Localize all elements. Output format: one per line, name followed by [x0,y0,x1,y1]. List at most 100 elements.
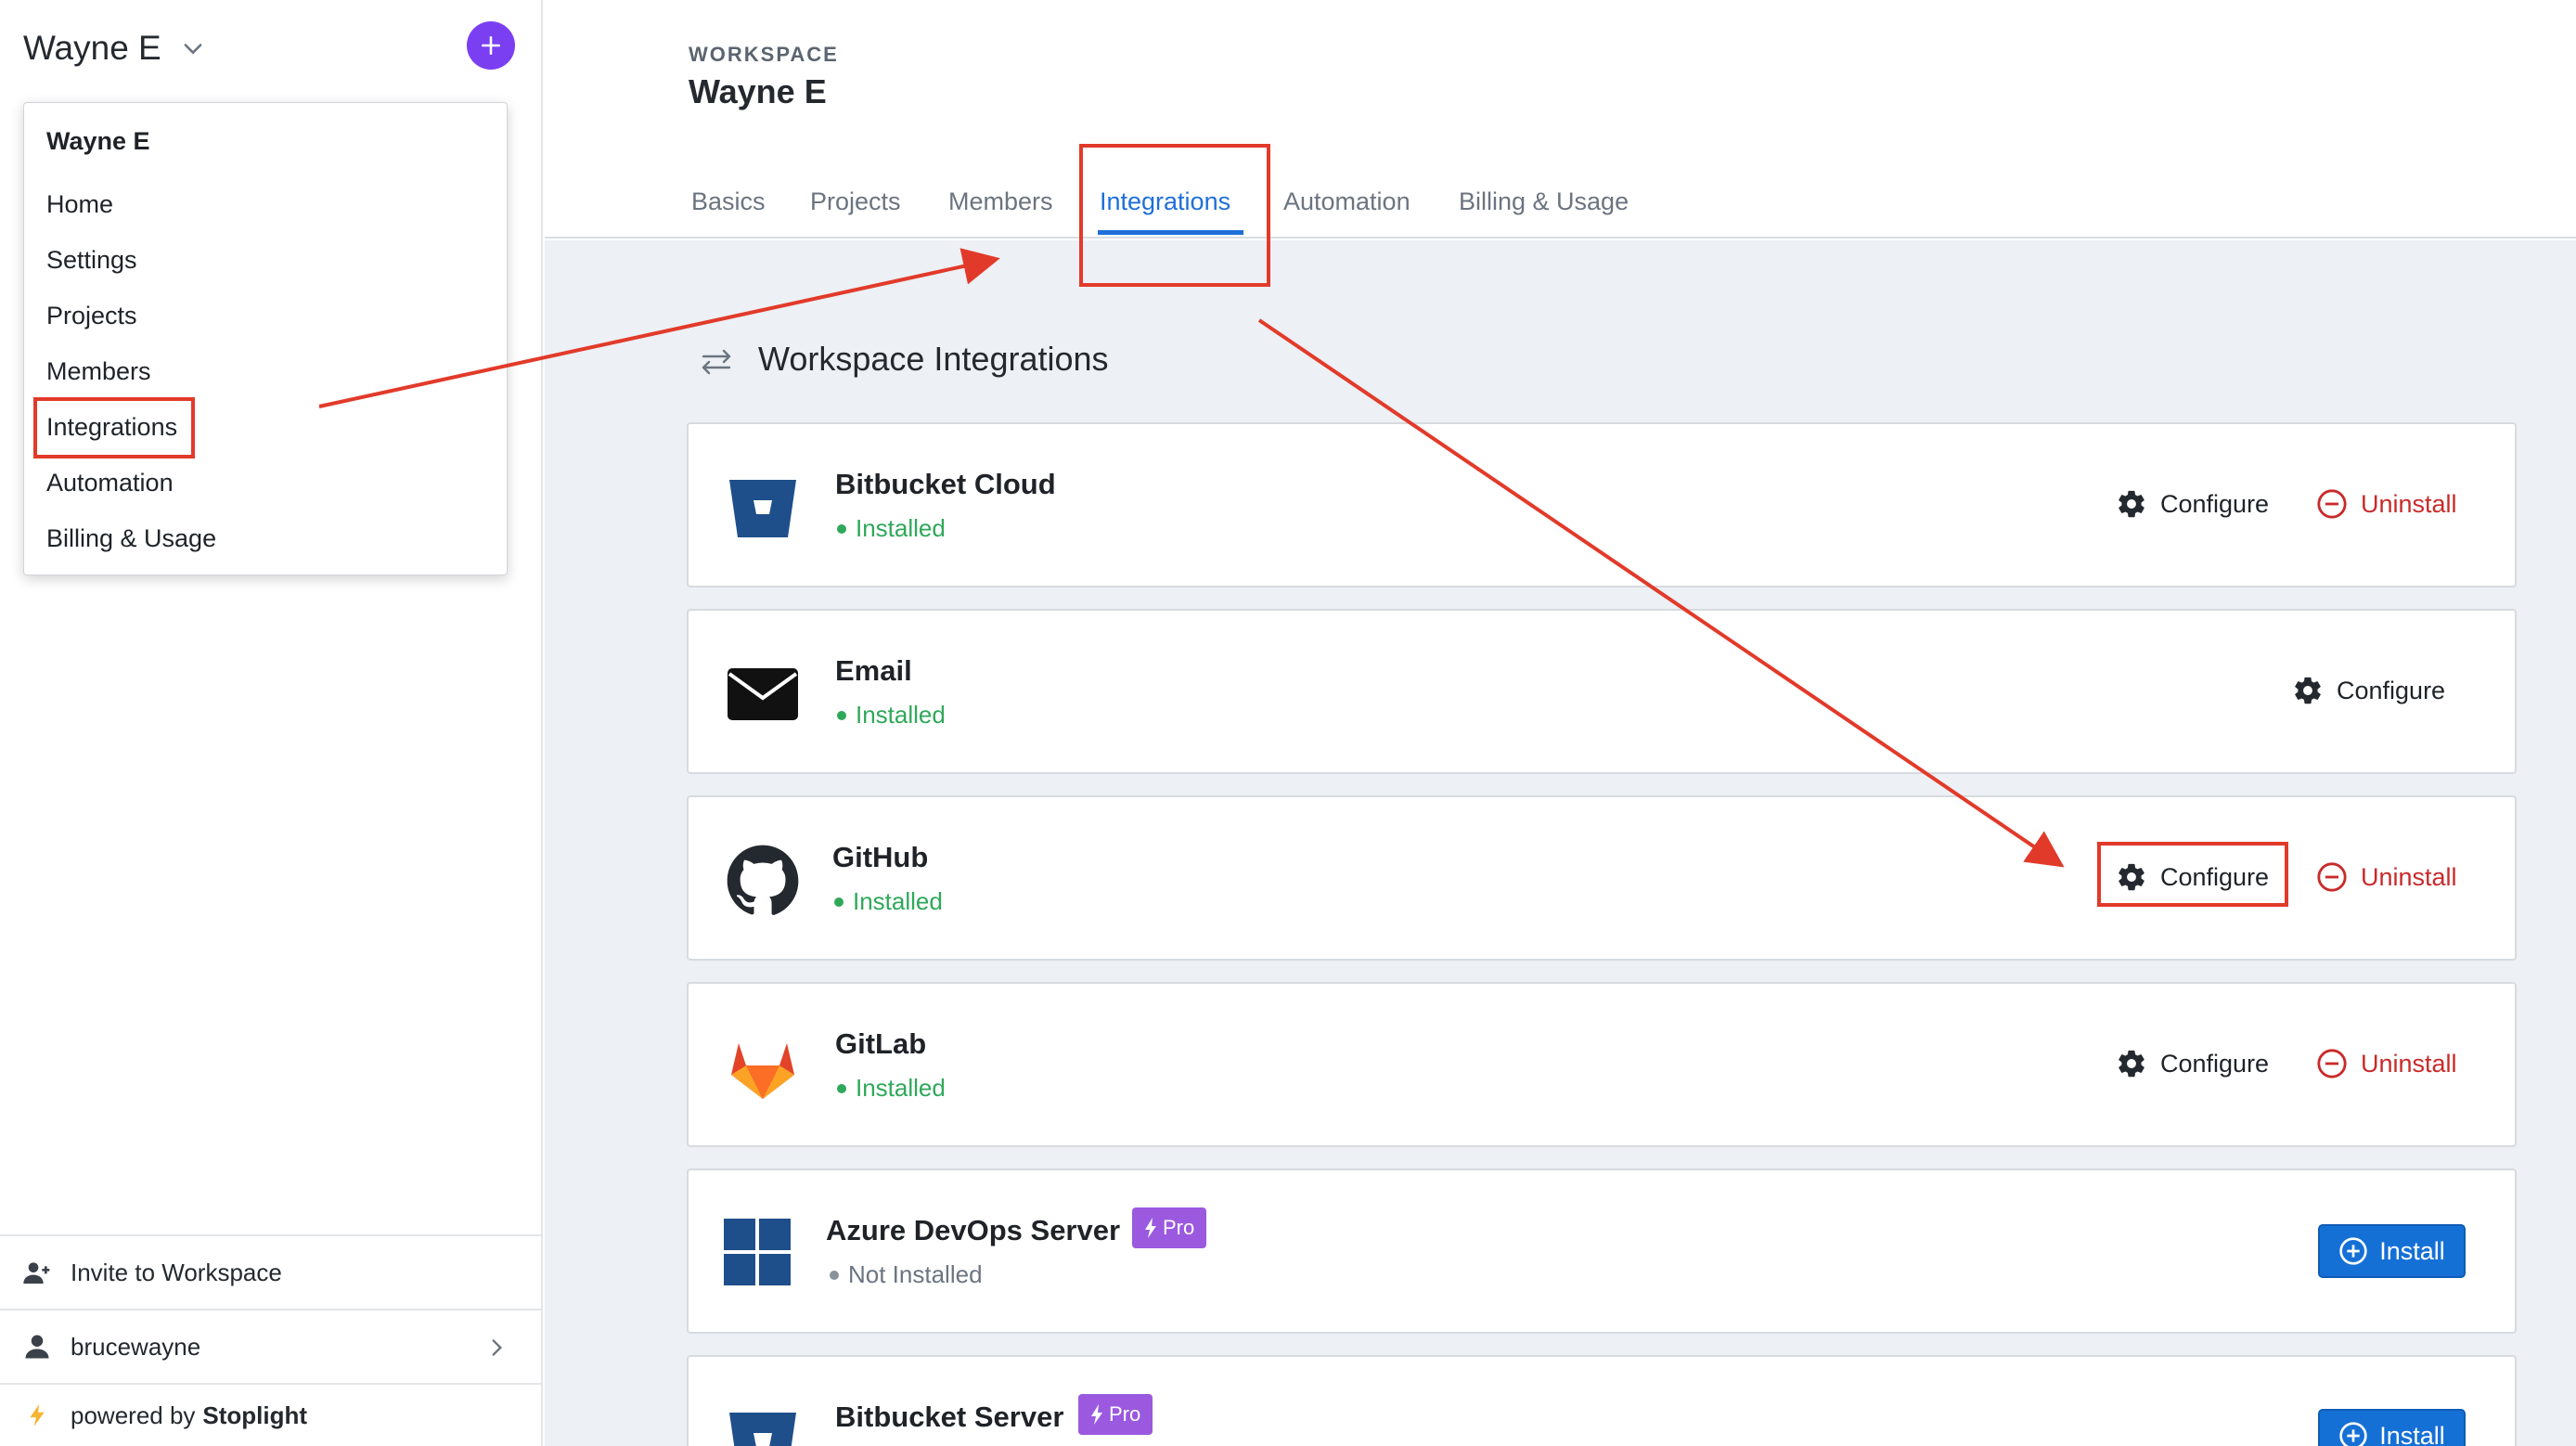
menu-item-settings[interactable]: Settings [46,246,137,275]
configure-label: Configure [2337,676,2446,704]
integration-card-gitlab: GitLab Installed Configure Uninstall [687,982,2517,1147]
install-label: Install [2379,1236,2445,1265]
install-label: Install [2379,1421,2445,1446]
integration-card-azure-devops: Azure DevOps Server Pro Not Installed In… [687,1168,2517,1334]
menu-item-members[interactable]: Members [46,357,151,386]
workspace-header: WORKSPACE Wayne E Basics Projects Member… [545,0,2576,239]
invite-label: Invite to Workspace [71,1258,282,1286]
status-text: Installed [856,514,946,542]
plus-icon [482,36,500,55]
workspace-label: WORKSPACE [689,43,839,66]
status-dot [830,1270,839,1280]
lightning-icon [1145,1218,1156,1238]
username: brucewayne [71,1332,201,1361]
invite-button[interactable]: Invite to Workspace [0,1234,543,1309]
sidebar: Wayne E Wayne E Home Settings Projects M… [0,0,543,1446]
tab-billing[interactable]: Billing & Usage [1459,187,1629,216]
configure-button[interactable]: Configure [2116,849,2269,905]
integration-card-github: GitHub Installed Configure Uninstall [687,795,2517,961]
workspace-dropdown-menu: Wayne E Home Settings Projects Members I… [23,102,508,575]
pro-label: Pro [1163,1216,1195,1239]
workspace-switcher[interactable]: Wayne E [23,20,206,76]
stoplight-logo-icon [20,1399,54,1432]
powered-prefix: powered by [71,1401,196,1429]
menu-item-automation[interactable]: Automation [46,469,174,497]
gear-icon [2119,1050,2145,1078]
install-button[interactable]: Install [2318,1224,2466,1278]
status-badge: Installed [837,701,946,729]
section-title: Workspace Integrations [758,340,1109,378]
tab-projects[interactable]: Projects [810,187,901,216]
integration-card-bitbucket-cloud: Bitbucket Cloud Installed Configure Unin… [687,422,2517,587]
uninstall-button[interactable]: Uninstall [2316,849,2457,905]
uninstall-button[interactable]: Uninstall [2316,476,2457,532]
integration-card-bitbucket-server: Bitbucket Server Pro Install [687,1355,2517,1446]
pro-badge: Pro [1078,1394,1153,1435]
pro-label: Pro [1109,1402,1141,1426]
status-text: Installed [856,701,946,729]
menu-item-integrations[interactable]: Integrations [46,413,177,442]
minus-circle-icon [2317,862,2347,892]
lightning-icon [1091,1404,1102,1425]
tab-integrations[interactable]: Integrations [1100,187,1230,216]
gitlab-icon [731,1043,794,1099]
uninstall-button[interactable]: Uninstall [2316,1036,2457,1091]
chevron-right-icon [492,1339,503,1356]
add-user-icon [20,1256,54,1289]
tab-basics[interactable]: Basics [691,187,766,216]
status-badge: Installed [837,1074,946,1103]
integration-card-email: Email Installed Configure [687,609,2517,774]
minus-circle-icon [2317,1049,2347,1078]
menu-item-billing[interactable]: Billing & Usage [46,524,216,553]
add-button[interactable] [467,21,515,70]
configure-button[interactable]: Configure [2116,1036,2269,1091]
gear-icon [2119,490,2145,518]
configure-label: Configure [2160,1049,2270,1078]
user-menu[interactable]: brucewayne [0,1309,543,1383]
integration-name: Bitbucket Cloud [835,468,1056,500]
user-icon [20,1330,54,1363]
status-dot [837,523,846,534]
install-button[interactable]: Install [2318,1409,2466,1446]
uninstall-label: Uninstall [2361,862,2457,891]
menu-item-home[interactable]: Home [46,190,113,219]
menu-header: Wayne E [46,127,150,155]
powered-by[interactable]: powered by Stoplight [0,1383,543,1446]
envelope-icon [728,668,798,720]
tab-automation[interactable]: Automation [1283,187,1410,216]
swap-arrows-icon [702,349,731,375]
configure-label: Configure [2160,862,2270,891]
pro-badge: Pro [1132,1207,1207,1248]
powered-brand: Stoplight [202,1401,308,1429]
integration-name: GitHub [832,841,929,873]
github-icon [727,845,799,915]
menu-item-projects[interactable]: Projects [46,302,137,330]
windows-icon [724,1219,791,1285]
configure-button[interactable]: Configure [2116,476,2269,532]
status-dot [834,897,844,907]
integration-name: Email [835,654,912,687]
plus-circle-icon [2339,1237,2367,1265]
plus-circle-icon [2339,1422,2367,1446]
status-badge: Installed [837,514,946,543]
integration-name: GitLab [835,1027,927,1060]
workspace-name: Wayne E [23,29,161,67]
status-text: Installed [853,887,943,915]
status-text: Not Installed [848,1260,983,1288]
status-dot [837,710,846,720]
integration-name: Bitbucket Server [835,1401,1064,1433]
bitbucket-icon [729,480,796,537]
bitbucket-icon [729,1413,796,1446]
active-tab-indicator [1098,230,1243,235]
status-badge: Not Installed [830,1260,983,1289]
uninstall-label: Uninstall [2361,1049,2457,1078]
status-badge: Installed [834,887,943,916]
configure-label: Configure [2160,489,2270,518]
tab-members[interactable]: Members [948,187,1053,216]
minus-circle-icon [2317,489,2347,519]
configure-button[interactable]: Configure [2292,663,2445,718]
status-text: Installed [856,1074,946,1102]
page-title: Wayne E [689,72,827,110]
uninstall-label: Uninstall [2361,489,2457,518]
gear-icon [2119,863,2145,891]
